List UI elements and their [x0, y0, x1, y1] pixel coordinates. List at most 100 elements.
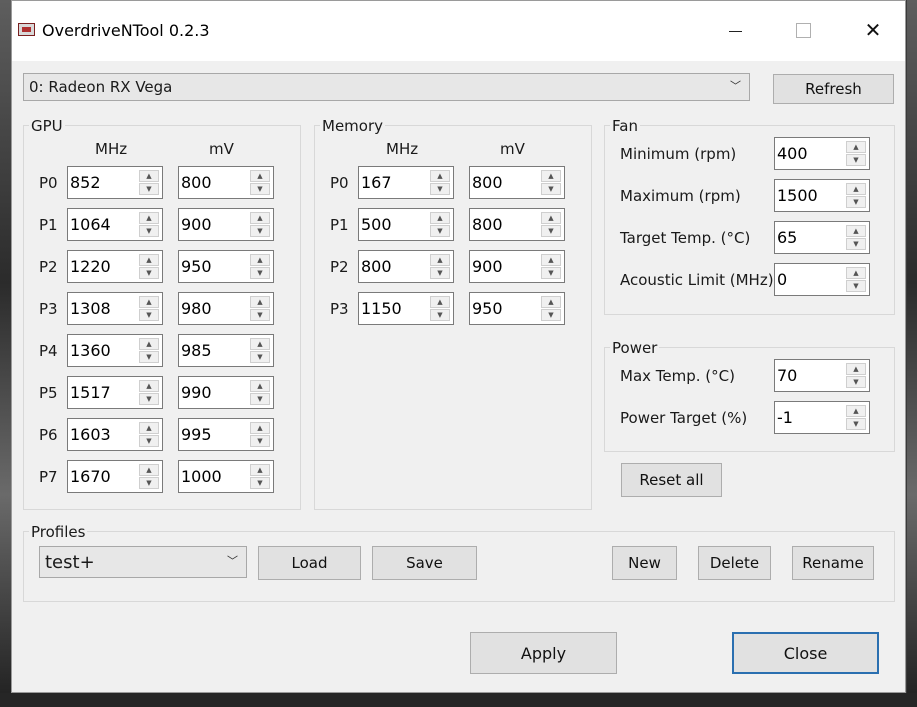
- apply-button[interactable]: Apply: [470, 632, 617, 674]
- spin-up-icon[interactable]: ▲: [430, 170, 450, 182]
- gpu-mv-spinner[interactable]: 900 ▲ ▼: [178, 208, 274, 241]
- gpu-mv-spinner[interactable]: 950 ▲ ▼: [178, 250, 274, 283]
- fan-field-spinner[interactable]: 65 ▲ ▼: [774, 221, 870, 254]
- gpu-mv-spinner[interactable]: 1000 ▲ ▼: [178, 460, 274, 493]
- memory-mv-spinner[interactable]: 800 ▲ ▼: [469, 208, 565, 241]
- spin-down-icon[interactable]: ▼: [541, 309, 561, 321]
- spin-up-icon[interactable]: ▲: [430, 296, 450, 308]
- spin-down-icon[interactable]: ▼: [139, 393, 159, 405]
- memory-mv-spinner[interactable]: 900 ▲ ▼: [469, 250, 565, 283]
- spin-down-icon[interactable]: ▼: [250, 225, 270, 237]
- memory-mv-spinner[interactable]: 950 ▲ ▼: [469, 292, 565, 325]
- spin-down-icon[interactable]: ▼: [139, 267, 159, 279]
- gpu-mhz-spinner[interactable]: 1670 ▲ ▼: [67, 460, 163, 493]
- spin-down-icon[interactable]: ▼: [846, 238, 866, 250]
- spin-down-icon[interactable]: ▼: [250, 267, 270, 279]
- spin-up-icon[interactable]: ▲: [139, 422, 159, 434]
- spin-down-icon[interactable]: ▼: [250, 309, 270, 321]
- spin-up-icon[interactable]: ▲: [846, 225, 866, 237]
- spin-up-icon[interactable]: ▲: [846, 183, 866, 195]
- spin-up-icon[interactable]: ▲: [846, 363, 866, 375]
- spin-up-icon[interactable]: ▲: [139, 296, 159, 308]
- spin-up-icon[interactable]: ▲: [541, 170, 561, 182]
- spin-down-icon[interactable]: ▼: [846, 418, 866, 430]
- spin-up-icon[interactable]: ▲: [846, 141, 866, 153]
- spin-up-icon[interactable]: ▲: [541, 212, 561, 224]
- spin-down-icon[interactable]: ▼: [139, 477, 159, 489]
- gpu-mv-spinner[interactable]: 800 ▲ ▼: [178, 166, 274, 199]
- spin-down-icon[interactable]: ▼: [430, 309, 450, 321]
- spin-up-icon[interactable]: ▲: [250, 464, 270, 476]
- save-profile-button[interactable]: Save: [372, 546, 477, 580]
- spin-down-icon[interactable]: ▼: [541, 225, 561, 237]
- spin-down-icon[interactable]: ▼: [430, 183, 450, 195]
- maximize-button[interactable]: [780, 15, 826, 45]
- gpu-mv-spinner[interactable]: 990 ▲ ▼: [178, 376, 274, 409]
- spin-up-icon[interactable]: ▲: [250, 212, 270, 224]
- spin-up-icon[interactable]: ▲: [250, 296, 270, 308]
- spin-down-icon[interactable]: ▼: [139, 435, 159, 447]
- close-window-button[interactable]: ✕: [850, 15, 896, 45]
- spin-up-icon[interactable]: ▲: [139, 464, 159, 476]
- spin-up-icon[interactable]: ▲: [139, 212, 159, 224]
- gpu-mv-spinner[interactable]: 980 ▲ ▼: [178, 292, 274, 325]
- spin-down-icon[interactable]: ▼: [250, 435, 270, 447]
- spin-up-icon[interactable]: ▲: [250, 380, 270, 392]
- spin-up-icon[interactable]: ▲: [541, 296, 561, 308]
- fan-field-spinner[interactable]: 400 ▲ ▼: [774, 137, 870, 170]
- spin-up-icon[interactable]: ▲: [250, 422, 270, 434]
- spin-down-icon[interactable]: ▼: [250, 477, 270, 489]
- refresh-button[interactable]: Refresh: [773, 74, 894, 104]
- delete-profile-button[interactable]: Delete: [698, 546, 771, 580]
- spin-down-icon[interactable]: ▼: [250, 393, 270, 405]
- spin-up-icon[interactable]: ▲: [250, 338, 270, 350]
- spin-up-icon[interactable]: ▲: [139, 170, 159, 182]
- memory-mhz-spinner[interactable]: 1150 ▲ ▼: [358, 292, 454, 325]
- gpu-mhz-spinner[interactable]: 1360 ▲ ▼: [67, 334, 163, 367]
- gpu-mhz-spinner[interactable]: 1220 ▲ ▼: [67, 250, 163, 283]
- gpu-mhz-spinner[interactable]: 852 ▲ ▼: [67, 166, 163, 199]
- memory-mhz-spinner[interactable]: 800 ▲ ▼: [358, 250, 454, 283]
- spin-up-icon[interactable]: ▲: [430, 212, 450, 224]
- spin-up-icon[interactable]: ▲: [139, 254, 159, 266]
- spin-down-icon[interactable]: ▼: [541, 267, 561, 279]
- gpu-mv-spinner[interactable]: 995 ▲ ▼: [178, 418, 274, 451]
- spin-up-icon[interactable]: ▲: [846, 405, 866, 417]
- spin-up-icon[interactable]: ▲: [541, 254, 561, 266]
- power-field-spinner[interactable]: -1 ▲ ▼: [774, 401, 870, 434]
- profile-select[interactable]: test+ ﹀: [39, 546, 247, 578]
- gpu-mhz-spinner[interactable]: 1603 ▲ ▼: [67, 418, 163, 451]
- fan-field-spinner[interactable]: 1500 ▲ ▼: [774, 179, 870, 212]
- gpu-mv-spinner[interactable]: 985 ▲ ▼: [178, 334, 274, 367]
- spin-down-icon[interactable]: ▼: [250, 183, 270, 195]
- spin-up-icon[interactable]: ▲: [139, 380, 159, 392]
- spin-down-icon[interactable]: ▼: [541, 183, 561, 195]
- spin-down-icon[interactable]: ▼: [139, 351, 159, 363]
- memory-mhz-spinner[interactable]: 500 ▲ ▼: [358, 208, 454, 241]
- spin-down-icon[interactable]: ▼: [846, 280, 866, 292]
- reset-all-button[interactable]: Reset all: [621, 463, 722, 497]
- load-profile-button[interactable]: Load: [258, 546, 361, 580]
- spin-down-icon[interactable]: ▼: [846, 196, 866, 208]
- spin-down-icon[interactable]: ▼: [430, 267, 450, 279]
- new-profile-button[interactable]: New: [612, 546, 677, 580]
- minimize-button[interactable]: [712, 15, 758, 45]
- spin-down-icon[interactable]: ▼: [139, 225, 159, 237]
- spin-up-icon[interactable]: ▲: [250, 254, 270, 266]
- device-select[interactable]: 0: Radeon RX Vega ﹀: [23, 73, 750, 101]
- spin-up-icon[interactable]: ▲: [250, 170, 270, 182]
- spin-down-icon[interactable]: ▼: [846, 376, 866, 388]
- spin-down-icon[interactable]: ▼: [250, 351, 270, 363]
- spin-down-icon[interactable]: ▼: [139, 183, 159, 195]
- gpu-mhz-spinner[interactable]: 1308 ▲ ▼: [67, 292, 163, 325]
- spin-up-icon[interactable]: ▲: [846, 267, 866, 279]
- rename-profile-button[interactable]: Rename: [792, 546, 874, 580]
- gpu-mhz-spinner[interactable]: 1517 ▲ ▼: [67, 376, 163, 409]
- spin-down-icon[interactable]: ▼: [139, 309, 159, 321]
- gpu-mhz-spinner[interactable]: 1064 ▲ ▼: [67, 208, 163, 241]
- spin-down-icon[interactable]: ▼: [846, 154, 866, 166]
- spin-up-icon[interactable]: ▲: [430, 254, 450, 266]
- memory-mv-spinner[interactable]: 800 ▲ ▼: [469, 166, 565, 199]
- power-field-spinner[interactable]: 70 ▲ ▼: [774, 359, 870, 392]
- memory-mhz-spinner[interactable]: 167 ▲ ▼: [358, 166, 454, 199]
